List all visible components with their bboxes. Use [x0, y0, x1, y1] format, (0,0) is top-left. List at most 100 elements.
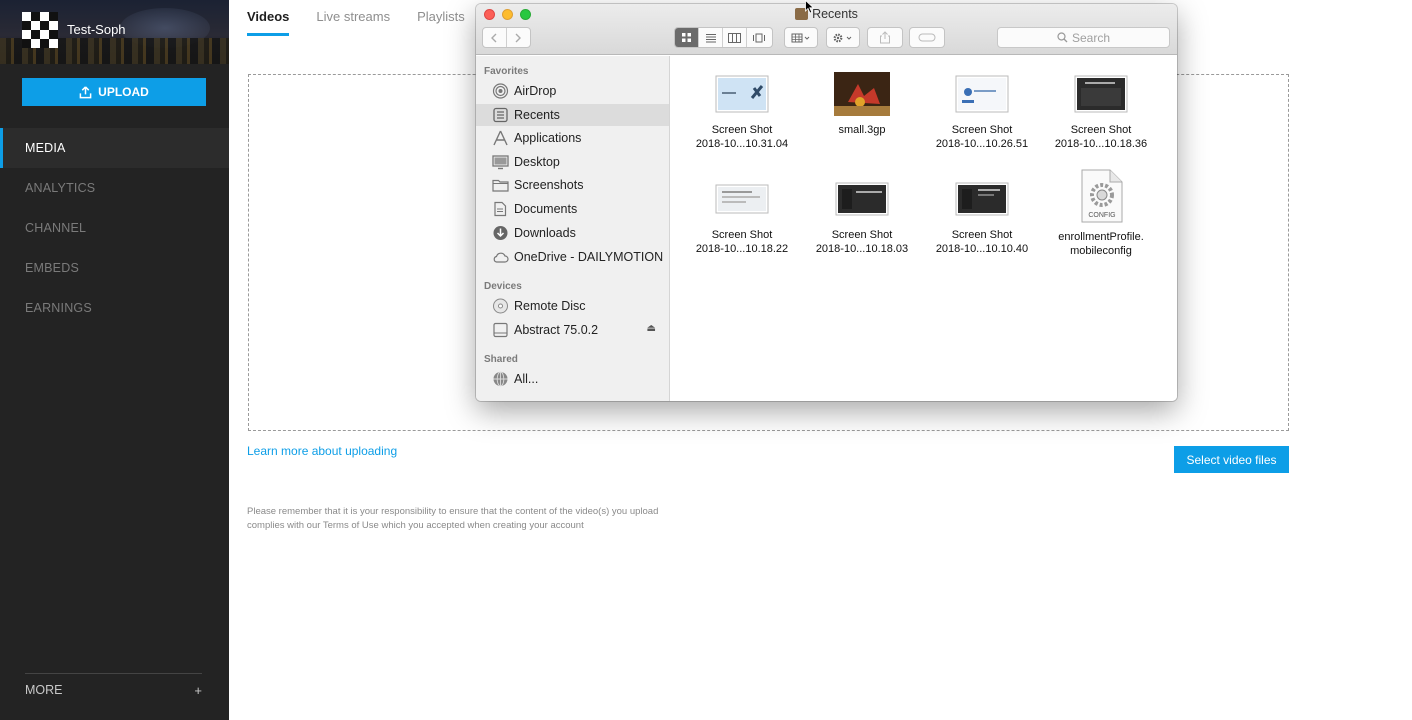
edit-tags-button[interactable]	[909, 27, 945, 48]
notice-line: complies with our Terms of Use which you…	[247, 520, 584, 531]
gallery-icon	[753, 33, 765, 42]
section-devices: Devices	[484, 281, 522, 292]
sidebar-item-analytics[interactable]: ANALYTICS	[0, 168, 229, 208]
plus-icon: +	[194, 683, 202, 698]
search-icon	[1057, 32, 1068, 43]
sidebar-item-channel[interactable]: CHANNEL	[0, 208, 229, 248]
back-button[interactable]	[483, 28, 507, 47]
sidebar-item-downloads[interactable]: Downloads	[476, 222, 669, 244]
back-forward-control	[482, 27, 531, 48]
file-name: Screen Shot	[711, 229, 773, 241]
columns-icon	[728, 32, 741, 43]
sidebar-item-label: Applications	[514, 131, 582, 145]
downloads-icon	[493, 226, 508, 240]
screenshot-thumbnail-icon	[955, 182, 1009, 216]
search-placeholder: Search	[1071, 30, 1111, 45]
tab-videos[interactable]: Videos	[247, 0, 290, 36]
mouse-cursor-icon	[805, 0, 815, 14]
file-item[interactable]: Screen Shot 2018-10...10.18.22	[682, 177, 802, 256]
sidebar-item-embeds[interactable]: EMBEDS	[0, 248, 229, 288]
gallery-view-button[interactable]	[747, 28, 771, 47]
sidebar-item-remote-disc[interactable]: Remote Disc	[476, 295, 669, 317]
forward-button[interactable]	[507, 28, 530, 47]
file-item[interactable]: Screen Shot 2018-10...10.18.36	[1041, 72, 1161, 151]
folder-icon	[492, 179, 509, 192]
finder-titlebar[interactable]: Recents Search	[476, 4, 1177, 55]
group-by-button[interactable]	[784, 27, 818, 48]
eject-icon[interactable]: ⏏	[647, 323, 656, 334]
drive-icon	[493, 322, 508, 338]
sidebar-item-label: AirDrop	[514, 84, 557, 98]
sidebar-divider	[25, 673, 202, 674]
file-name: 2018-10...10.26.51	[935, 138, 1029, 150]
file-item[interactable]: Screen Shot 2018-10...10.31.04	[682, 72, 802, 151]
sidebar-item-label: CHANNEL	[25, 221, 87, 235]
window-title: Recents	[476, 7, 1177, 21]
sidebar-item-earnings[interactable]: EARNINGS	[0, 288, 229, 328]
finder-window: Recents Search Favorites AirDrop Recents…	[476, 4, 1177, 401]
sidebar-item-applications[interactable]: Applications	[476, 127, 669, 149]
icon-view-button[interactable]	[675, 28, 699, 47]
file-name: Screen Shot	[831, 229, 893, 241]
sidebar-item-onedrive[interactable]: OneDrive - DAILYMOTION	[476, 246, 669, 268]
list-view-button[interactable]	[699, 28, 723, 47]
sidebar-item-label: All...	[514, 372, 539, 386]
upload-icon	[79, 85, 92, 98]
terms-notice: Please remember that it is your responsi…	[247, 505, 727, 533]
file-name: 2018-10...10.31.04	[695, 138, 789, 150]
grid-icon	[682, 33, 691, 42]
tab-playlists[interactable]: Playlists	[417, 0, 465, 36]
sidebar-item-all-shared[interactable]: All...	[476, 368, 669, 390]
video-thumbnail-icon	[834, 72, 890, 116]
chevron-right-icon	[515, 33, 522, 42]
sidebar-item-airdrop[interactable]: AirDrop	[476, 80, 669, 102]
config-file-icon: CONFIG	[1081, 169, 1123, 223]
sidebar-item-label: Documents	[514, 202, 578, 216]
file-grid: Screen Shot 2018-10...10.31.04 small.3gp…	[670, 56, 1177, 401]
more-menu[interactable]: MORE +	[25, 683, 202, 698]
file-name: Screen Shot	[711, 124, 773, 136]
file-item[interactable]: CONFIG enrollmentProfile. mobileconfig	[1041, 169, 1161, 258]
network-icon	[493, 371, 508, 387]
sidebar-item-label: MEDIA	[25, 141, 66, 155]
sidebar-item-abstract[interactable]: Abstract 75.0.2 ⏏	[476, 319, 669, 341]
share-icon	[880, 31, 890, 44]
config-badge: CONFIG	[1088, 212, 1115, 219]
upload-button[interactable]: UPLOAD	[22, 78, 206, 106]
file-item[interactable]: Screen Shot 2018-10...10.18.03	[802, 177, 922, 256]
action-menu-button[interactable]	[826, 27, 860, 48]
file-name: 2018-10...10.10.40	[935, 243, 1029, 255]
sidebar-item-media[interactable]: MEDIA	[0, 128, 229, 168]
share-button[interactable]	[867, 27, 903, 48]
documents-icon	[494, 201, 507, 217]
section-shared: Shared	[484, 354, 518, 365]
file-item[interactable]: small.3gp	[802, 72, 922, 137]
sidebar-item-documents[interactable]: Documents	[476, 198, 669, 220]
finder-sidebar: Favorites AirDrop Recents Applications D…	[476, 56, 670, 401]
sidebar-item-label: Recents	[514, 108, 560, 122]
select-video-files-button[interactable]: Select video files	[1174, 446, 1289, 473]
search-input[interactable]: Search	[997, 27, 1170, 48]
file-name: enrollmentProfile.	[1058, 231, 1144, 243]
learn-more-link[interactable]: Learn more about uploading	[247, 444, 397, 458]
chevron-left-icon	[491, 33, 497, 42]
sidebar-item-label: ANALYTICS	[25, 181, 96, 195]
sidebar-item-label: Desktop	[514, 155, 560, 169]
file-item[interactable]: Screen Shot 2018-10...10.10.40	[922, 177, 1042, 256]
avatar[interactable]	[22, 12, 58, 48]
column-view-button[interactable]	[723, 28, 747, 47]
recents-icon	[493, 107, 508, 123]
sidebar-item-desktop[interactable]: Desktop	[476, 151, 669, 173]
file-name: small.3gp	[838, 124, 886, 136]
tab-live-streams[interactable]: Live streams	[316, 0, 390, 36]
username[interactable]: Test-Soph	[67, 22, 126, 37]
sidebar-item-label: EMBEDS	[25, 261, 79, 275]
screenshot-thumbnail-icon	[1074, 75, 1128, 113]
channel-header: Test-Soph	[0, 0, 229, 64]
sidebar-item-label: Abstract 75.0.2	[514, 323, 599, 337]
sidebar-item-screenshots[interactable]: Screenshots	[476, 174, 669, 196]
file-item[interactable]: Screen Shot 2018-10...10.26.51	[922, 72, 1042, 151]
section-favorites: Favorites	[484, 66, 529, 77]
sidebar-item-recents[interactable]: Recents	[476, 104, 669, 126]
applications-icon	[493, 130, 508, 146]
